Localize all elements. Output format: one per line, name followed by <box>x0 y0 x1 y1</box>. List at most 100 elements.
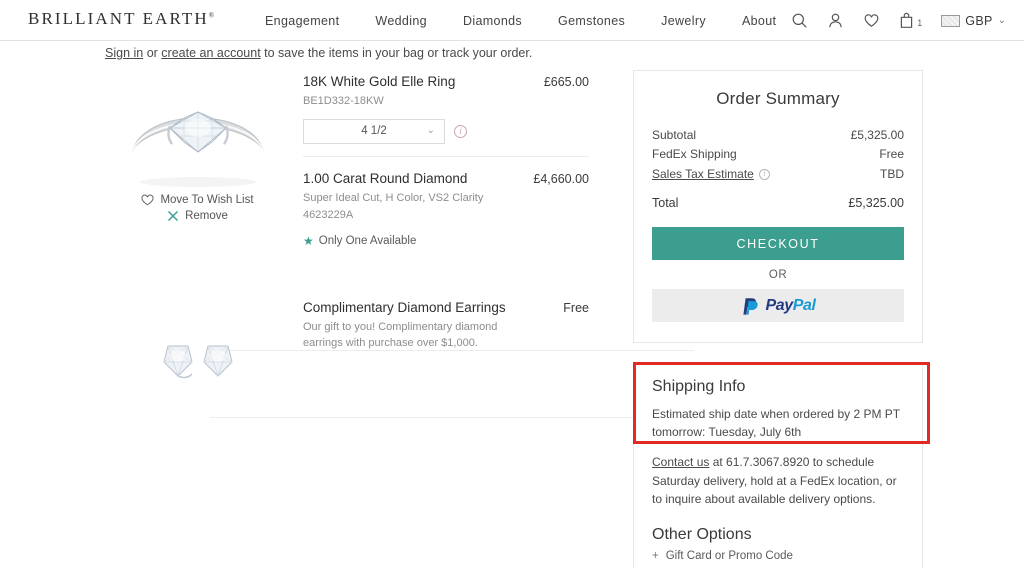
chevron-down-icon: ⌄ <box>998 15 1006 26</box>
paypal-icon <box>740 295 759 316</box>
diamond-title: 1.00 Carat Round Diamond <box>303 171 467 188</box>
ring-size-row: 4 1/2 ⌄ i <box>303 119 589 144</box>
diamond-specs: Super Ideal Cut, H Color, VS2 Clarity <box>303 191 589 207</box>
create-account-link[interactable]: create an account <box>161 46 260 60</box>
move-to-wish-list-button[interactable]: Move To Wish List <box>105 194 290 206</box>
other-options-heading: Other Options <box>652 526 904 544</box>
bag-count-badge: 1 <box>917 19 922 29</box>
move-to-wish-list-label: Move To Wish List <box>160 194 253 206</box>
ring-image <box>118 78 278 190</box>
nav-item-gemstones[interactable]: Gemstones <box>558 14 625 28</box>
earrings-thumbnail-column <box>105 332 290 394</box>
remove-item-button[interactable]: Remove <box>105 210 290 222</box>
diamond-availability-label: Only One Available <box>319 235 417 247</box>
diamond-sku: 4623229A <box>303 208 589 224</box>
search-icon[interactable] <box>791 12 808 29</box>
paypal-pay-text: Pay <box>765 297 792 314</box>
summary-row-tax: Sales Tax Estimate i TBD <box>652 165 904 184</box>
ring-diamond-details: 18K White Gold Elle Ring £665.00 BE1D332… <box>303 74 589 247</box>
brand-registered-mark: ® <box>209 11 214 19</box>
cart-item-ring: 18K White Gold Elle Ring £665.00 BE1D332… <box>303 74 589 157</box>
nav-item-jewelry[interactable]: Jewelry <box>661 14 706 28</box>
other-option-gift-card-label: Gift Card or Promo Code <box>666 550 793 562</box>
ring-thumbnail-column: Move To Wish List Remove <box>105 74 290 222</box>
nav-item-engagement[interactable]: Engagement <box>265 14 339 28</box>
signin-conjunction: or <box>143 46 161 60</box>
cart-item-diamond: 1.00 Carat Round Diamond £4,660.00 Super… <box>303 171 589 247</box>
items-bottom-divider <box>210 417 694 418</box>
summary-label-total: Total <box>652 196 678 210</box>
currency-label: GBP <box>965 14 992 28</box>
account-icon[interactable] <box>827 12 844 29</box>
heart-icon[interactable] <box>863 12 880 29</box>
nav-item-diamonds[interactable]: Diamonds <box>463 14 522 28</box>
header-utilities: 1 GBP ⌄ <box>791 0 1006 41</box>
diamond-availability: ★ Only One Available <box>303 235 589 247</box>
signin-prompt: Sign in or create an account to save the… <box>105 46 532 60</box>
ring-size-select[interactable]: 4 1/2 ⌄ <box>303 119 445 144</box>
site-header: BRILLIANT EARTH® Engagement Wedding Diam… <box>0 0 1024 41</box>
summary-tax-label-group: Sales Tax Estimate i <box>652 165 770 184</box>
other-option-gift-card[interactable]: + Gift Card or Promo Code <box>652 550 904 562</box>
earrings-desc-line1: Our gift to you! Complimentary diamond <box>303 320 589 336</box>
ring-price: £665.00 <box>544 74 589 89</box>
signin-tail-text: to save the items in your bag or track y… <box>261 46 533 60</box>
summary-value-total: £5,325.00 <box>848 196 904 210</box>
summary-value-shipping: Free <box>879 145 904 164</box>
paypal-pal-text: Pal <box>793 297 816 314</box>
cart-item-earrings: Complimentary Diamond Earrings Free Our … <box>105 300 589 410</box>
ring-size-value: 4 1/2 <box>361 125 387 137</box>
shopping-bag-button[interactable]: 1 <box>899 12 922 29</box>
cart-item-group-ring-diamond: Move To Wish List Remove 18K White Gold … <box>105 74 589 274</box>
checkout-button[interactable]: CHECKOUT <box>652 227 904 260</box>
nav-item-wedding[interactable]: Wedding <box>375 14 427 28</box>
shipping-estimate-text: Estimated ship date when ordered by 2 PM… <box>652 405 904 441</box>
shipping-info-card: Shipping Info Estimated ship date when o… <box>633 362 923 568</box>
paypal-button[interactable]: PayPal <box>652 289 904 322</box>
item-divider <box>303 156 589 157</box>
shipping-estimate-line2: tomorrow: Tuesday, July 6th <box>652 425 801 439</box>
sign-in-link[interactable]: Sign in <box>105 46 143 60</box>
sales-tax-estimate-link[interactable]: Sales Tax Estimate <box>652 165 754 184</box>
nav-item-about[interactable]: About <box>742 14 776 28</box>
summary-row-shipping: FedEx Shipping Free <box>652 145 904 164</box>
sales-tax-info-icon[interactable]: i <box>759 169 770 180</box>
heart-icon <box>141 194 154 206</box>
paypal-wordmark: PayPal <box>765 297 815 315</box>
shipping-info-heading: Shipping Info <box>652 378 904 396</box>
summary-row-subtotal: Subtotal £5,325.00 <box>652 126 904 145</box>
summary-row-total: Total £5,325.00 <box>652 196 904 210</box>
star-icon: ★ <box>303 235 314 247</box>
currency-selector[interactable]: GBP ⌄ <box>941 14 1006 28</box>
brand-logo[interactable]: BRILLIANT EARTH® <box>28 9 214 29</box>
flag-icon <box>941 15 960 27</box>
summary-value-subtotal: £5,325.00 <box>851 126 904 145</box>
remove-item-label: Remove <box>185 210 228 222</box>
order-summary-title: Order Summary <box>652 89 904 109</box>
cart-items: Move To Wish List Remove 18K White Gold … <box>105 74 589 410</box>
order-summary-card: Order Summary Subtotal £5,325.00 FedEx S… <box>633 70 923 343</box>
close-icon <box>167 210 179 222</box>
summary-label-subtotal: Subtotal <box>652 126 696 145</box>
shopping-bag-icon <box>899 12 916 29</box>
plus-icon: + <box>652 550 659 562</box>
earrings-details: Complimentary Diamond Earrings Free Our … <box>303 300 589 352</box>
shipping-estimate-line1: Estimated ship date when ordered by 2 PM… <box>652 407 900 421</box>
or-separator-label: OR <box>652 269 904 281</box>
ring-sku: BE1D332-18KW <box>303 94 589 110</box>
contact-us-link[interactable]: Contact us <box>652 455 709 469</box>
earrings-price: Free <box>563 300 589 315</box>
ring-size-info-icon[interactable]: i <box>454 125 467 138</box>
summary-value-tax: TBD <box>880 165 904 184</box>
earrings-title: Complimentary Diamond Earrings <box>303 300 506 317</box>
earrings-desc-line2: earrings with purchase over $1,000. <box>303 336 589 352</box>
primary-nav: Engagement Wedding Diamonds Gemstones Je… <box>265 0 776 41</box>
diamond-price: £4,660.00 <box>533 171 589 186</box>
brand-logo-text: BRILLIANT EARTH <box>28 9 209 28</box>
ring-title: 18K White Gold Elle Ring <box>303 74 455 91</box>
summary-label-shipping: FedEx Shipping <box>652 145 737 164</box>
cart-page: BRILLIANT EARTH® Engagement Wedding Diam… <box>0 0 1024 568</box>
chevron-down-icon: ⌄ <box>427 125 435 136</box>
shipping-contact-text: Contact us at 61.7.3067.8920 to schedule… <box>652 453 904 508</box>
earrings-image <box>138 332 258 394</box>
